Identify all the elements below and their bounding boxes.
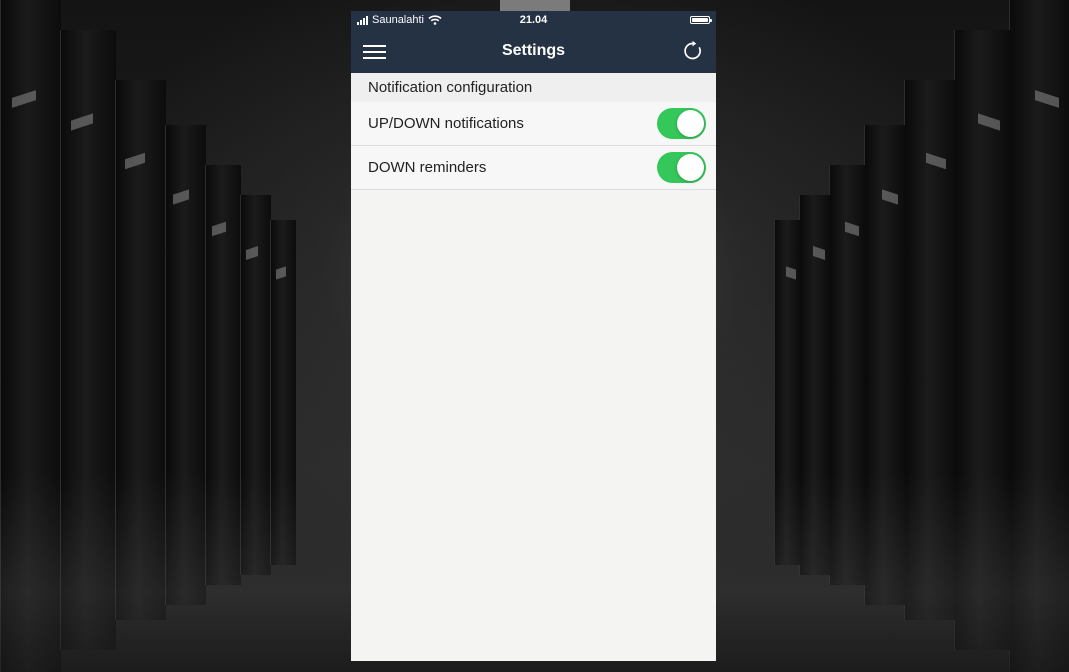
section-header: Notification configuration [351,73,716,102]
settings-row-down-reminders: DOWN reminders [351,146,716,190]
status-bar: Saunalahti 21.04 [351,11,716,30]
toggle-knob [677,110,704,137]
battery-icon [690,16,712,24]
navigation-bar: Settings [351,30,716,73]
setting-label: DOWN reminders [368,159,487,176]
toggle-knob [677,154,704,181]
page-title: Settings [501,42,566,59]
updown-notifications-toggle[interactable] [657,108,706,139]
phone-screen: Saunalahti 21.04 Settings Notification c… [351,11,716,661]
status-time: 21.04 [519,14,548,26]
refresh-icon[interactable] [682,40,704,62]
setting-label: UP/DOWN notifications [368,115,524,132]
settings-row-updown-notifications: UP/DOWN notifications [351,102,716,146]
down-reminders-toggle[interactable] [657,152,706,183]
battery-fill [692,18,708,22]
